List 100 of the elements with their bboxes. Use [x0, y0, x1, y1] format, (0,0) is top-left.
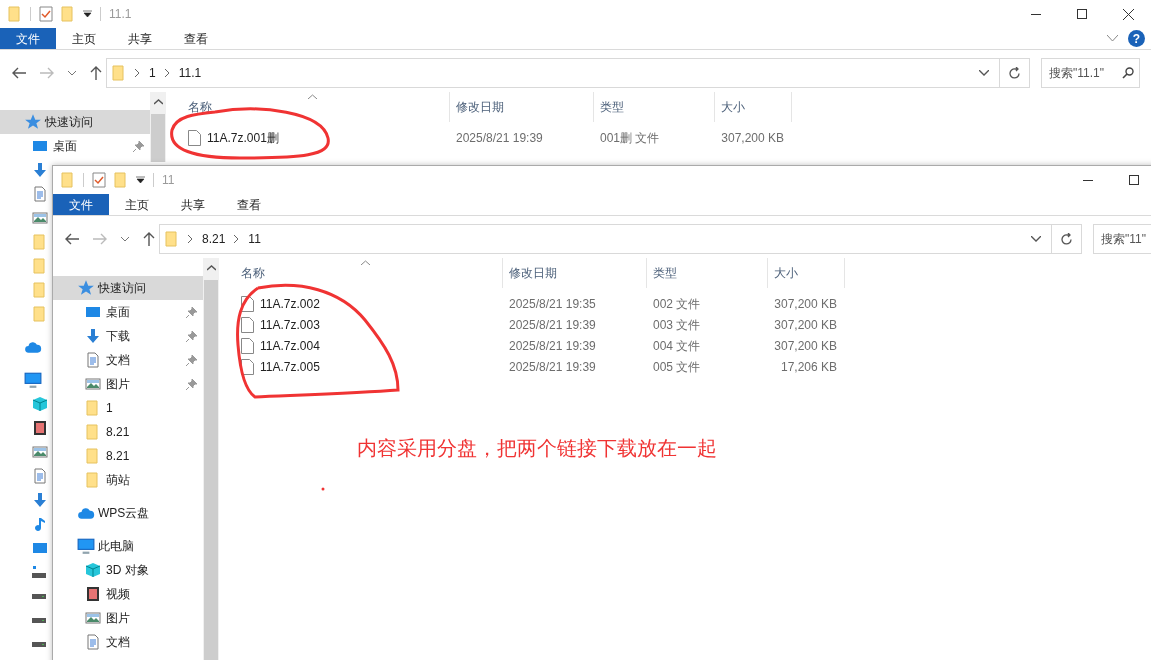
nav-item[interactable]: 此电脑 [53, 534, 203, 558]
column-header[interactable]: 大小 [714, 92, 792, 122]
file-name[interactable]: 11A.7z.003 [219, 315, 502, 334]
checklist-icon[interactable] [92, 172, 106, 188]
nav-item[interactable]: 桌面 [53, 300, 203, 324]
breadcrumb-link[interactable]: 8.21 [202, 230, 226, 248]
up-arrow-icon[interactable] [143, 232, 155, 246]
pin-icon[interactable] [186, 354, 197, 366]
file-name[interactable]: 11A.7z.004 [219, 336, 502, 355]
nav-item[interactable]: 快速访问 [0, 110, 150, 134]
nav-item[interactable]: 萌站 [53, 468, 203, 492]
chevron-down-icon[interactable] [1107, 35, 1118, 42]
pin-icon[interactable] [186, 330, 197, 342]
chevron-down-icon[interactable] [1031, 236, 1041, 242]
nav-item[interactable]: 视频 [53, 582, 203, 606]
column-header[interactable]: 修改日期 [449, 92, 593, 122]
nav-item[interactable]: 下载 [53, 324, 203, 348]
file-name[interactable]: 11A.7z.001删 [166, 128, 449, 147]
pin-icon[interactable] [186, 306, 197, 318]
file-type: 001删 文件 [599, 129, 661, 147]
nav-item[interactable]: 图片 [53, 372, 203, 396]
file-name[interactable]: 11A.7z.002 [219, 294, 502, 313]
chevron-up-icon[interactable] [206, 265, 216, 271]
document-icon [32, 186, 48, 202]
column-header[interactable]: 名称 [166, 92, 449, 122]
forward-arrow-icon[interactable] [93, 233, 107, 245]
maximize-icon [1077, 9, 1087, 19]
search-icon[interactable] [1122, 67, 1134, 79]
picture-icon [32, 210, 48, 226]
nav-item[interactable]: 文档 [53, 630, 203, 654]
file-icon [188, 129, 201, 146]
back-arrow-icon[interactable] [12, 67, 26, 79]
scrollbar-track[interactable] [150, 92, 166, 162]
file-type: 002 文件 [652, 295, 702, 313]
search-field[interactable]: 搜索"11" [1093, 224, 1151, 254]
modified-date: 2025/8/21 19:39 [508, 316, 597, 334]
nav-item[interactable]: 快速访问 [53, 276, 203, 300]
nav-item[interactable]: 8.21 [53, 420, 203, 444]
chevron-right-icon[interactable] [234, 235, 240, 243]
ribbon-tab[interactable]: 共享 [165, 194, 221, 215]
nav-item[interactable]: 桌面 [0, 134, 150, 158]
chevron-right-icon[interactable] [164, 69, 170, 77]
nav-item[interactable]: WPS云盘 [53, 501, 203, 525]
up-arrow-icon[interactable] [90, 66, 102, 80]
nav-item[interactable]: 3D 对象 [53, 558, 203, 582]
file-type: 003 文件 [652, 316, 702, 334]
search-field[interactable]: 搜索"11.1" [1041, 58, 1140, 88]
dropdown-icon[interactable] [136, 176, 145, 184]
window-title: 11 [162, 172, 175, 189]
breadcrumb-link[interactable]: 1 [149, 64, 156, 82]
pin-icon[interactable] [186, 378, 197, 390]
pin-icon[interactable] [133, 140, 144, 152]
nav-item[interactable]: 图片 [53, 606, 203, 630]
file-name[interactable]: 11A.7z.005 [219, 357, 502, 376]
column-header[interactable]: 类型 [593, 92, 714, 122]
ribbon-tab[interactable]: 共享 [112, 28, 168, 49]
column-header[interactable]: 名称 [219, 258, 502, 288]
chevron-right-icon[interactable] [135, 69, 140, 77]
column-header[interactable]: 修改日期 [502, 258, 646, 288]
file-size: 307,200 KB [773, 316, 838, 334]
address-bar[interactable]: 8.21 11 [159, 224, 1082, 254]
forward-arrow-icon[interactable] [40, 67, 54, 79]
nav-item[interactable]: 文档 [53, 348, 203, 372]
dropdown-icon[interactable] [83, 10, 92, 18]
cube-icon [85, 562, 101, 578]
column-header[interactable]: 大小 [767, 258, 845, 288]
nav-item[interactable]: 8.21 [53, 444, 203, 468]
scrollbar-thumb[interactable] [204, 280, 218, 660]
nav-item[interactable]: 1 [53, 396, 203, 420]
folder-icon [32, 258, 48, 274]
ribbon-tab[interactable]: 主页 [56, 28, 112, 49]
back-arrow-icon[interactable] [65, 233, 79, 245]
drive-icon [32, 641, 46, 647]
close-icon [1122, 8, 1134, 20]
chevron-down-icon[interactable] [121, 236, 129, 242]
chevron-up-icon[interactable] [153, 99, 163, 105]
ribbon-tab[interactable]: 主页 [109, 194, 165, 215]
drive-icon [32, 593, 46, 599]
maximize-icon [1129, 175, 1139, 185]
chevron-down-icon[interactable] [68, 70, 76, 76]
file-type: 005 文件 [652, 358, 702, 376]
breadcrumb-link[interactable]: 11.1 [178, 64, 202, 82]
chevron-down-icon[interactable] [979, 70, 989, 76]
star-icon [24, 113, 42, 131]
ribbon-tab[interactable]: 文件 [53, 194, 109, 215]
breadcrumb-link[interactable]: 11 [248, 230, 261, 248]
folder-icon [32, 306, 48, 322]
file-icon [241, 337, 254, 354]
scrollbar-track[interactable] [203, 258, 219, 660]
scrollbar-thumb[interactable] [151, 114, 165, 162]
help-button[interactable]: ? [1128, 30, 1145, 47]
ribbon-tab[interactable]: 查看 [168, 28, 224, 49]
address-bar[interactable]: 1 11.1 [106, 58, 1030, 88]
ribbon-tab[interactable]: 文件 [0, 28, 56, 49]
chevron-right-icon[interactable] [188, 235, 193, 243]
monitor-icon [85, 304, 101, 320]
ribbon-tab[interactable]: 查看 [221, 194, 277, 215]
checklist-icon[interactable] [39, 6, 53, 22]
modified-date: 2025/8/21 19:35 [508, 295, 597, 313]
column-header[interactable]: 类型 [646, 258, 767, 288]
